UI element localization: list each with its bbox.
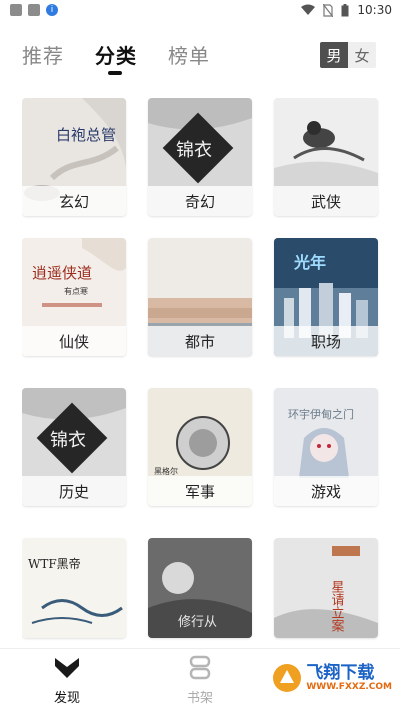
category-card-4-2[interactable]: 修行从 bbox=[148, 538, 252, 638]
cover-title: 星请立案 bbox=[329, 580, 345, 632]
cover-title: 修行从 bbox=[178, 615, 217, 630]
category-card-4-1[interactable]: WTF黑帝 bbox=[22, 538, 126, 638]
watermark-title: 飞翔下载 bbox=[306, 663, 375, 683]
book-cover: WTF黑帝 bbox=[22, 538, 126, 638]
tab-ranking[interactable]: 榜单 bbox=[168, 40, 210, 69]
active-tab-indicator bbox=[108, 71, 122, 75]
book-cover: 修行从 bbox=[148, 538, 252, 638]
category-label: 玄幻 bbox=[22, 186, 126, 216]
category-card-wuxia[interactable]: 武侠 bbox=[274, 98, 378, 216]
nav-discover[interactable]: 发现 bbox=[22, 655, 112, 706]
tab-category[interactable]: 分类 bbox=[95, 40, 137, 69]
category-label: 都市 bbox=[148, 326, 252, 356]
cover-title: 黑格尔 bbox=[154, 466, 178, 476]
category-card-qihuan[interactable]: 锦衣 奇幻 bbox=[148, 98, 252, 216]
discover-icon bbox=[55, 658, 79, 678]
notification-icon bbox=[28, 4, 40, 16]
nav-bookshelf[interactable]: 书架 bbox=[155, 655, 245, 706]
bookshelf-icon bbox=[189, 655, 211, 680]
category-label: 武侠 bbox=[274, 186, 378, 216]
nav-discover-label: 发现 bbox=[53, 691, 80, 706]
no-sim-icon bbox=[323, 3, 334, 17]
category-label: 游戏 bbox=[274, 476, 378, 506]
gender-female-option[interactable]: 女 bbox=[348, 42, 376, 68]
gender-toggle[interactable]: 男 女 bbox=[320, 42, 376, 68]
cover-title: 逍遥侠道 bbox=[32, 264, 92, 282]
category-card-zhichang[interactable]: 光年 职场 bbox=[274, 238, 378, 356]
category-label: 历史 bbox=[22, 476, 126, 506]
notification-icon bbox=[10, 4, 22, 16]
book-cover: 星请立案 bbox=[274, 538, 378, 638]
category-card-4-3[interactable]: 星请立案 bbox=[274, 538, 378, 638]
info-icon: i bbox=[46, 4, 58, 16]
cover-title: 锦衣 bbox=[176, 140, 212, 161]
category-card-junshi[interactable]: 黑格尔 军事 bbox=[148, 388, 252, 506]
tab-recommend[interactable]: 推荐 bbox=[22, 40, 64, 69]
gender-male-option[interactable]: 男 bbox=[320, 42, 348, 68]
category-label: 军事 bbox=[148, 476, 252, 506]
category-card-xianxia[interactable]: 逍遥侠道 有点寒 仙侠 bbox=[22, 238, 126, 356]
category-label: 仙侠 bbox=[22, 326, 126, 356]
category-card-youxi[interactable]: 环宇伊甸之门 游戏 bbox=[274, 388, 378, 506]
cover-title: 环宇伊甸之门 bbox=[288, 407, 354, 421]
category-label: 职场 bbox=[274, 326, 378, 356]
bottom-nav: 发现 书架 飞翔下载 WWW.FXXZ.COM bbox=[0, 648, 400, 713]
watermark-url: WWW.FXXZ.COM bbox=[306, 682, 392, 692]
clock: 10:30 bbox=[357, 3, 392, 17]
category-grid: 白袍总管 玄幻 锦衣 奇幻 武侠 逍遥侠道 有点寒 仙侠 都市 光年 职场 锦衣… bbox=[22, 98, 382, 643]
cover-title: 白袍总管 bbox=[56, 126, 116, 144]
nav-bookshelf-label: 书架 bbox=[186, 691, 213, 706]
cover-title: 光年 bbox=[293, 253, 326, 272]
category-card-lishi[interactable]: 锦衣 历史 bbox=[22, 388, 126, 506]
site-logo-icon bbox=[273, 664, 302, 692]
cover-subtitle: 有点寒 bbox=[64, 286, 88, 296]
category-card-dushi[interactable]: 都市 bbox=[148, 238, 252, 356]
category-label: 奇幻 bbox=[148, 186, 252, 216]
watermark-logo: 飞翔下载 WWW.FXXZ.COM bbox=[272, 663, 392, 693]
wifi-icon bbox=[301, 4, 316, 15]
category-card-xuanhuan[interactable]: 白袍总管 玄幻 bbox=[22, 98, 126, 216]
battery-icon bbox=[341, 3, 349, 16]
status-bar: i 10:30 bbox=[0, 0, 400, 20]
cover-title: WTF黑帝 bbox=[28, 556, 81, 571]
cover-title: 锦衣 bbox=[50, 430, 86, 451]
